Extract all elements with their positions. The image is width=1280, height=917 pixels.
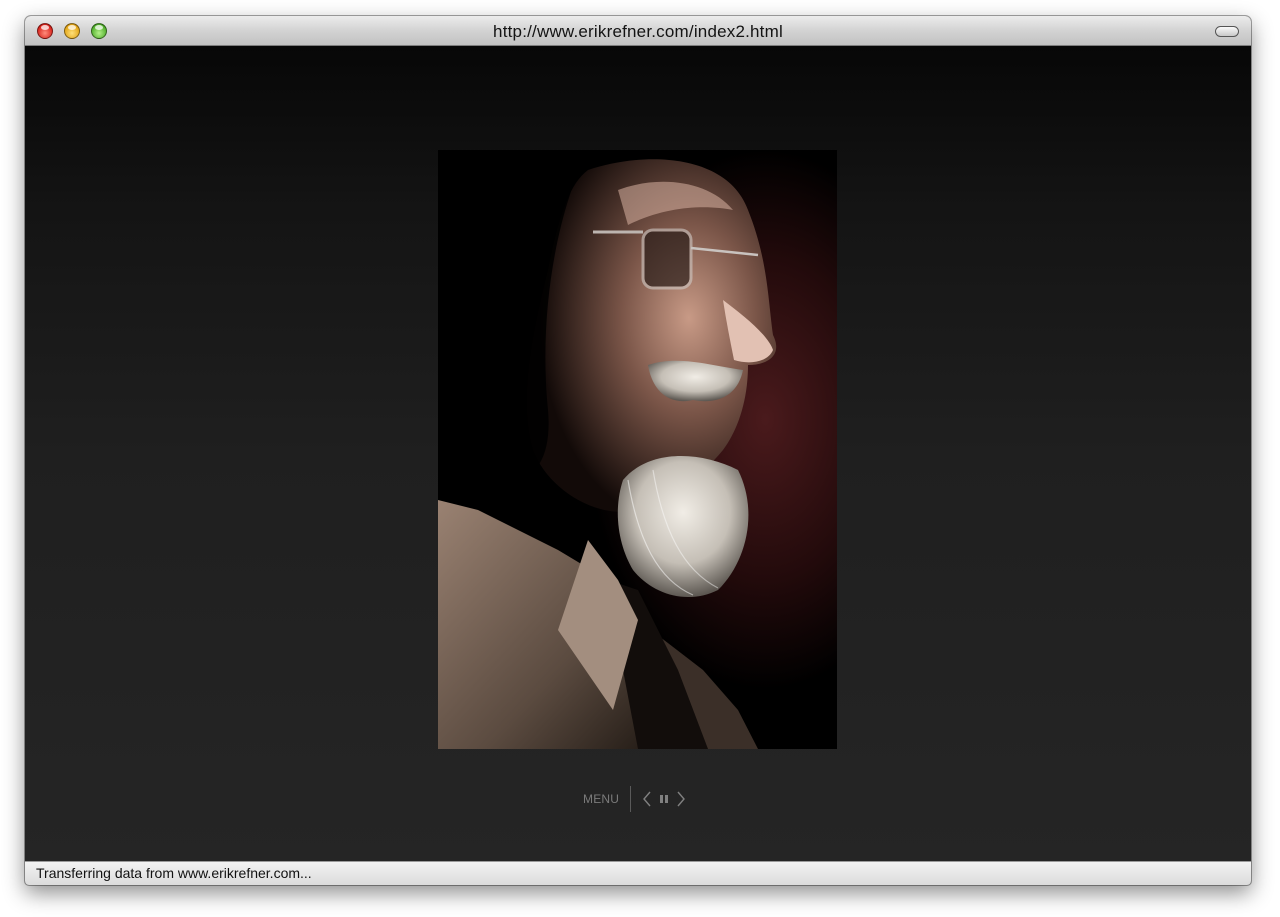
page-content: MENU — [25, 46, 1251, 861]
portrait-image — [438, 150, 837, 749]
chevron-right-icon[interactable] — [675, 790, 687, 808]
toolbar-toggle-icon[interactable] — [1215, 26, 1239, 37]
chevron-left-icon[interactable] — [641, 790, 653, 808]
controls-divider — [630, 786, 631, 812]
menu-link[interactable]: MENU — [583, 792, 619, 806]
browser-window: http://www.erikrefner.com/index2.html ME… — [25, 16, 1251, 885]
status-bar: Transferring data from www.erikrefner.co… — [25, 861, 1251, 885]
portrait-photo[interactable] — [438, 150, 837, 749]
window-title: http://www.erikrefner.com/index2.html — [493, 22, 783, 41]
slideshow-controls: MENU — [575, 786, 705, 812]
status-text: Transferring data from www.erikrefner.co… — [36, 865, 312, 881]
pause-icon[interactable] — [657, 790, 671, 808]
title-bar[interactable]: http://www.erikrefner.com/index2.html — [25, 16, 1251, 46]
